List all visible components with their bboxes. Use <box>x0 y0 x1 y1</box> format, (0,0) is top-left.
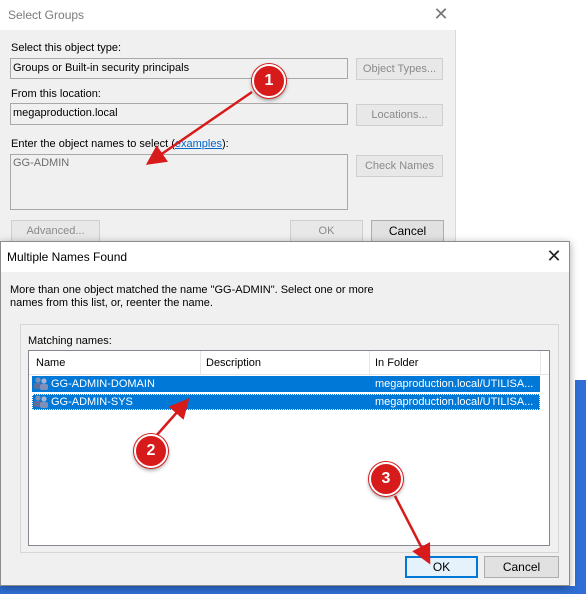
annotation-badge-2: 2 <box>134 434 168 468</box>
group-icon <box>34 377 48 390</box>
taskbar-edge <box>0 586 586 594</box>
locations-button[interactable]: Locations... <box>356 104 443 126</box>
row-name: GG-ADMIN-DOMAIN <box>51 378 155 390</box>
column-header-description[interactable]: Description <box>206 351 261 375</box>
row-folder: megaproduction.local/UTILISA... <box>375 396 534 408</box>
advanced-button[interactable]: Advanced... <box>11 220 100 242</box>
column-header-folder[interactable]: In Folder <box>375 351 418 375</box>
object-type-field: Groups or Built-in security principals <box>10 58 348 79</box>
names-textarea[interactable]: GG-ADMIN <box>10 154 348 210</box>
bg-cancel-button[interactable]: Cancel <box>371 220 444 242</box>
object-types-button[interactable]: Object Types... <box>356 58 443 80</box>
list-header <box>29 351 549 375</box>
desktop-accent <box>575 380 586 594</box>
multiple-names-title: Multiple Names Found <box>7 250 128 264</box>
location-label: From this location: <box>11 88 101 100</box>
matching-names-label: Matching names: <box>28 335 112 347</box>
row-name: GG-ADMIN-SYS <box>51 396 133 408</box>
annotation-badge-1: 1 <box>252 64 286 98</box>
dialog-message: More than one object matched the name "G… <box>10 284 374 309</box>
select-groups-title: Select Groups <box>8 8 85 22</box>
column-divider[interactable] <box>200 351 201 375</box>
check-names-button[interactable]: Check Names <box>356 155 443 177</box>
annotation-badge-3: 3 <box>369 462 403 496</box>
column-header-name[interactable]: Name <box>36 351 65 375</box>
close-icon[interactable]: ✕ <box>543 246 565 268</box>
column-divider[interactable] <box>540 351 541 375</box>
names-label-end: ): <box>221 138 229 150</box>
column-divider[interactable] <box>369 351 370 375</box>
row-folder: megaproduction.local/UTILISA... <box>375 378 534 390</box>
bg-ok-button[interactable]: OK <box>290 220 363 242</box>
object-type-label: Select this object type: <box>11 42 122 54</box>
examples-link[interactable]: examples <box>175 138 222 150</box>
location-field: megaproduction.local <box>10 103 348 125</box>
names-label-text: Enter the object names to select ( <box>11 138 175 150</box>
close-icon[interactable]: ✕ <box>430 4 452 26</box>
group-icon <box>34 395 48 408</box>
ok-button[interactable]: OK <box>405 556 478 578</box>
names-label: Enter the object names to select (exampl… <box>11 138 229 150</box>
matching-names-text: Matching names: <box>28 335 112 347</box>
names-value: GG-ADMIN <box>13 157 70 169</box>
cancel-button[interactable]: Cancel <box>484 556 559 578</box>
